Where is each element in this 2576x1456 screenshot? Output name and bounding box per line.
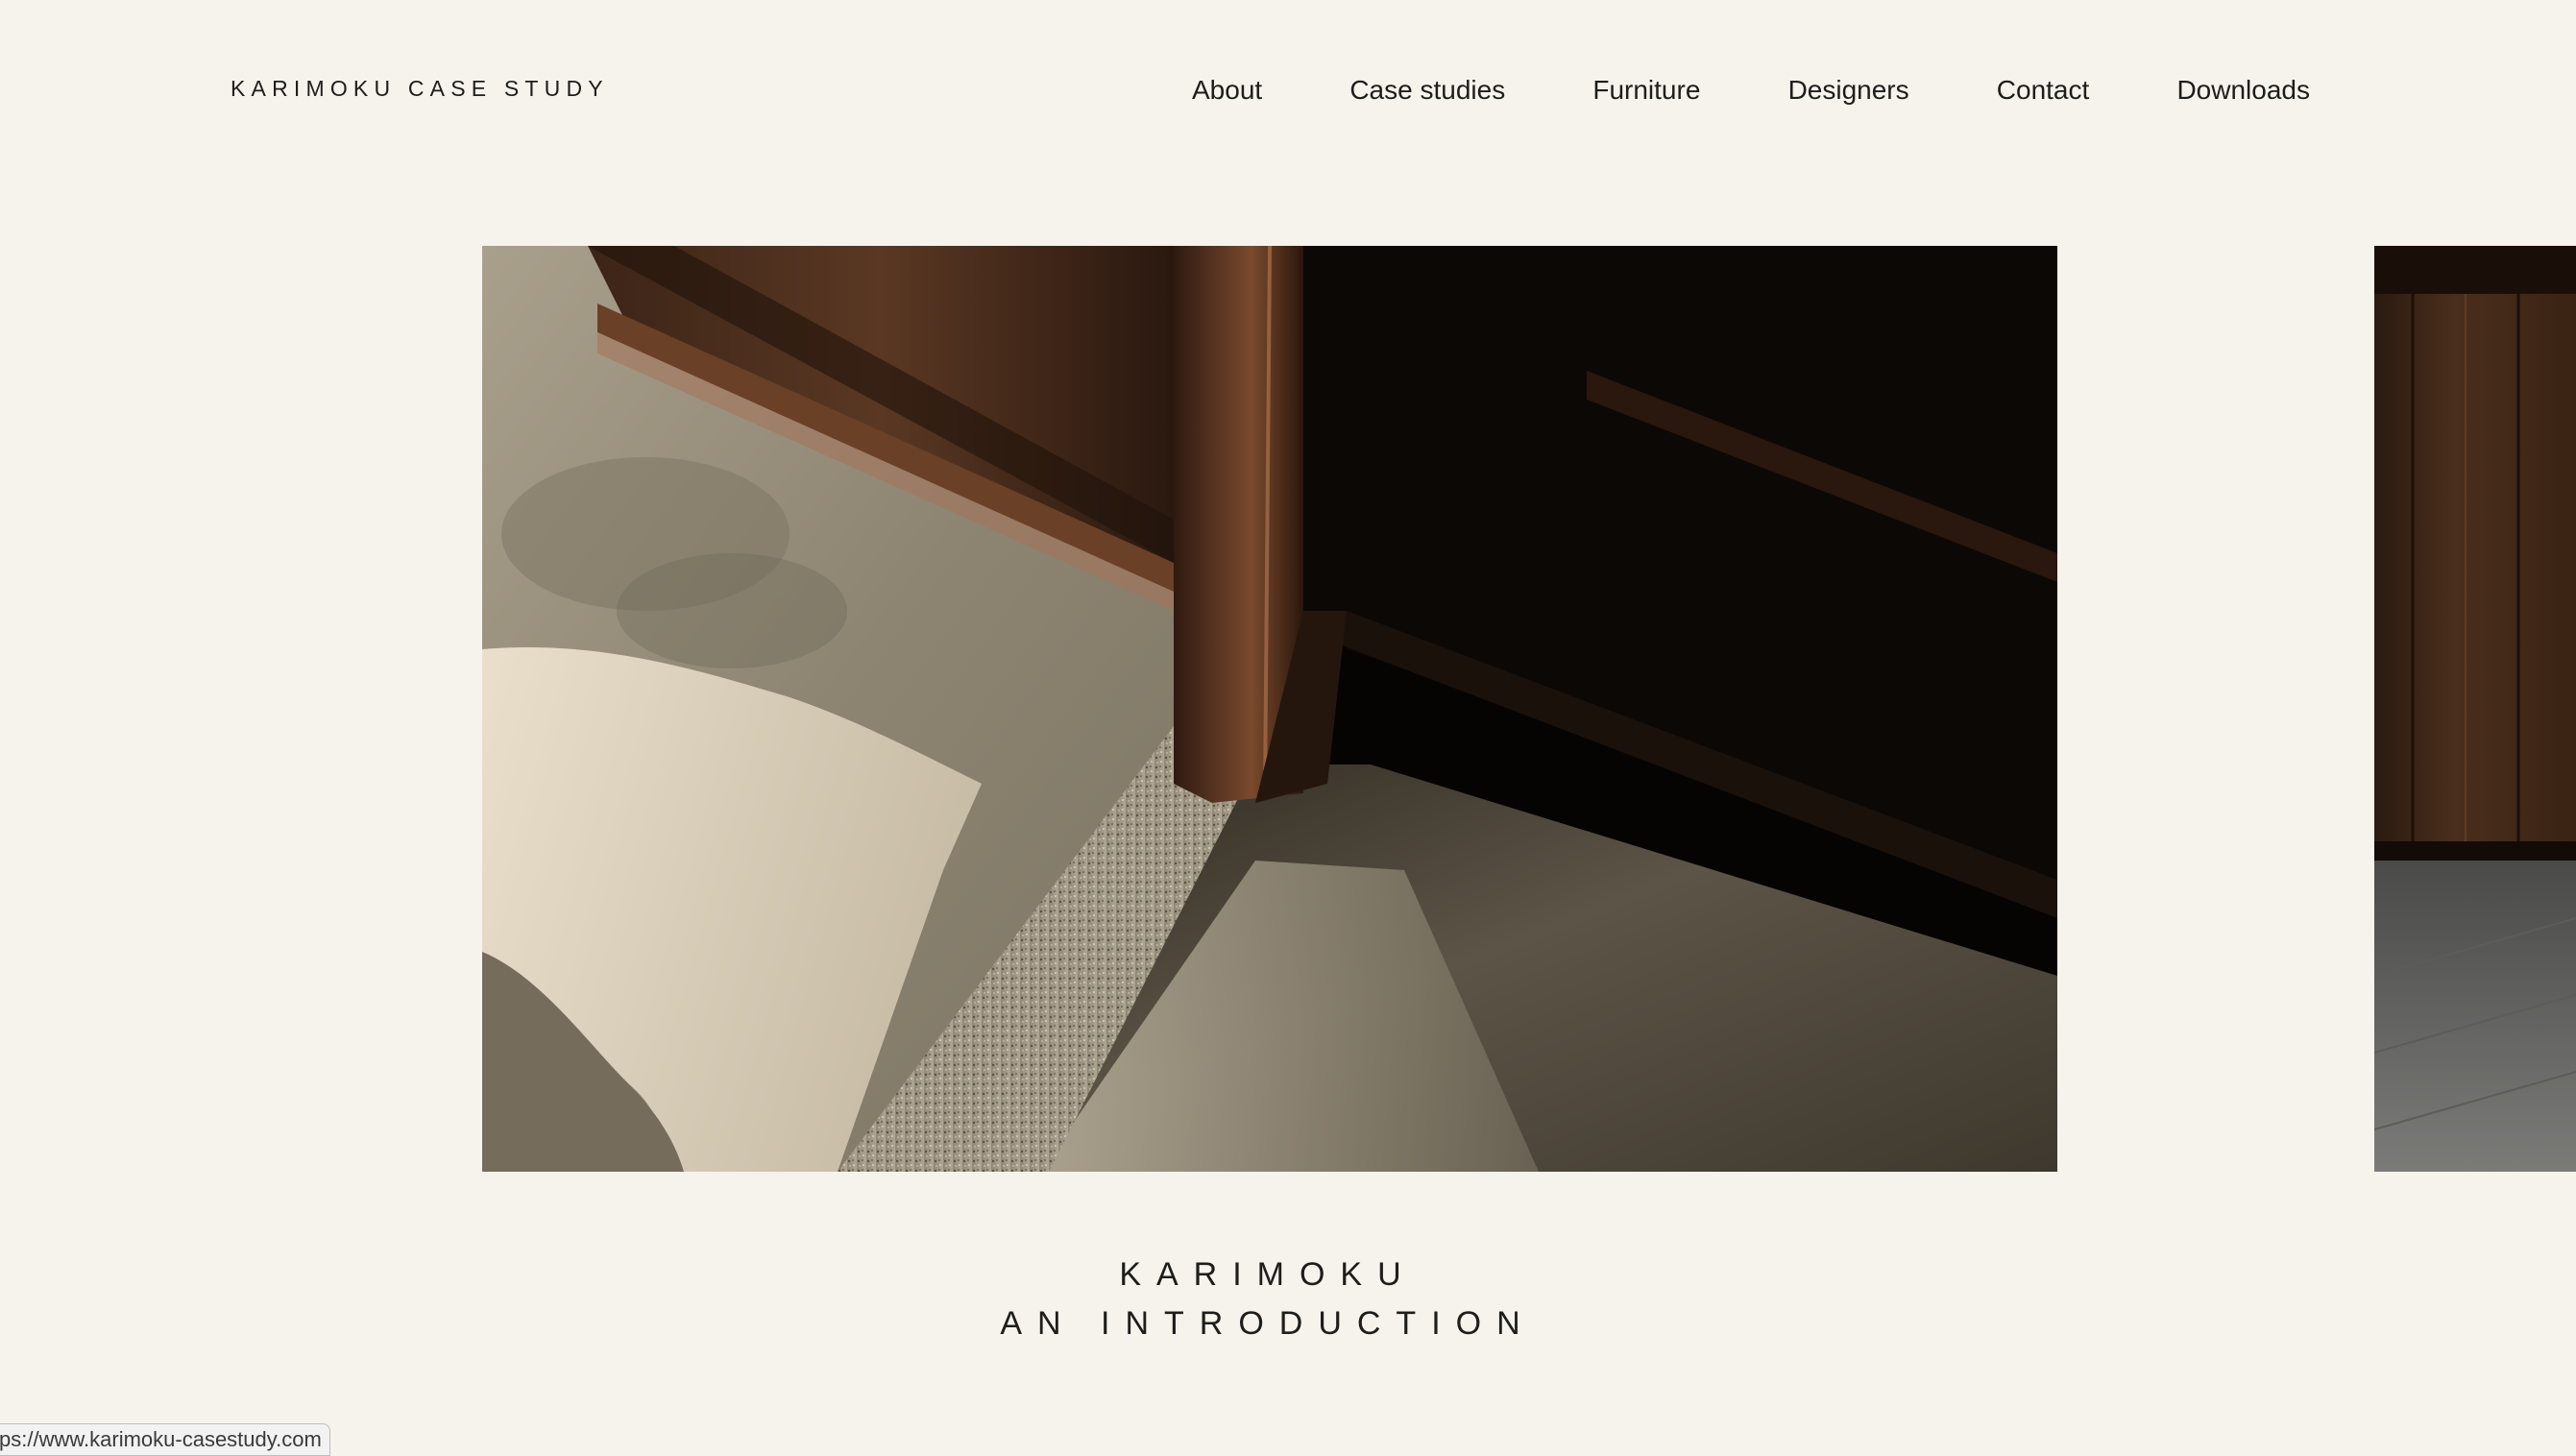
carousel-slide-image[interactable] bbox=[482, 246, 2057, 1172]
nav-case-studies[interactable]: Case studies bbox=[1349, 73, 1505, 108]
next-slide-photo bbox=[2374, 246, 2576, 1172]
slide-caption[interactable]: KARIMOKU AN INTRODUCTION bbox=[0, 1250, 2536, 1348]
nav-downloads[interactable]: Downloads bbox=[2176, 73, 2310, 108]
slide-photo bbox=[482, 246, 2057, 1172]
browser-status-url: ps://www.karimoku-casestudy.com bbox=[0, 1423, 330, 1456]
caption-line-1: KARIMOKU bbox=[1119, 1256, 1417, 1293]
nav-about[interactable]: About bbox=[1192, 73, 1262, 108]
caption-line-2: AN INTRODUCTION bbox=[1000, 1305, 1536, 1342]
brand-logo[interactable]: KARIMOKU CASE STUDY bbox=[231, 75, 609, 102]
main-nav: About Case studies Furniture Designers C… bbox=[1192, 73, 2310, 108]
nav-designers[interactable]: Designers bbox=[1788, 73, 1909, 108]
nav-furniture[interactable]: Furniture bbox=[1592, 73, 1700, 108]
nav-contact[interactable]: Contact bbox=[1997, 73, 2090, 108]
carousel-next-slide[interactable] bbox=[2374, 246, 2576, 1172]
